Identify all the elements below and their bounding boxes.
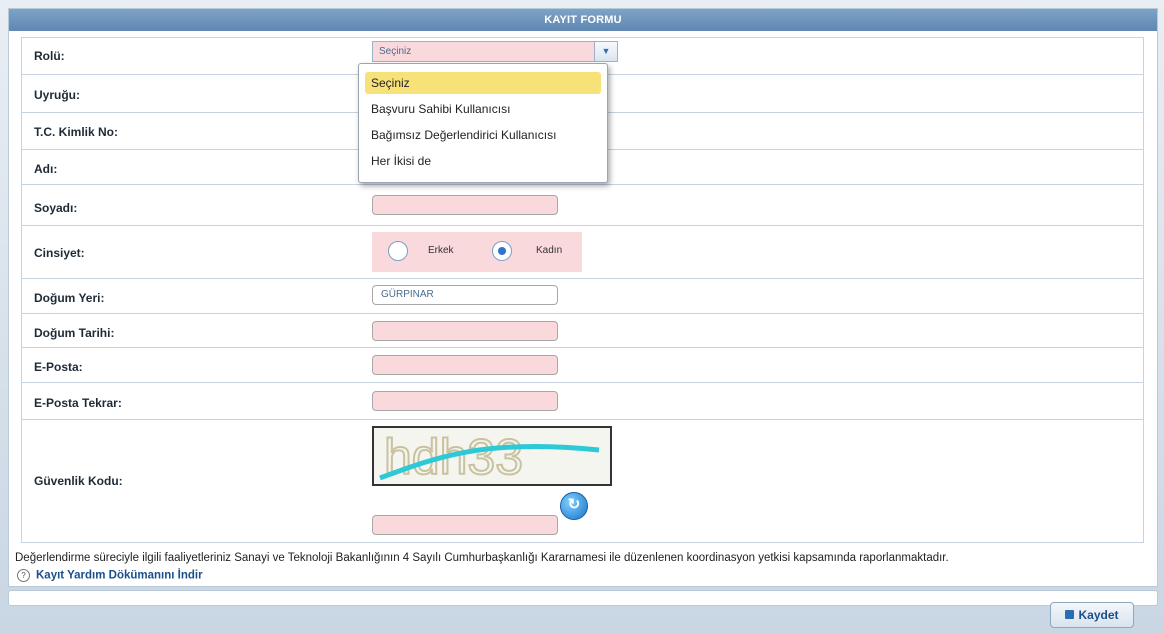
floppy-disk-icon	[1065, 610, 1075, 620]
role-select-value: Seçiniz	[379, 46, 412, 57]
tc-no-label: T.C. Kimlik No:	[34, 125, 119, 139]
role-label: Rolü:	[34, 49, 65, 63]
birthplace-label: Doğum Yeri:	[34, 291, 105, 305]
captcha-graphic: hdh33	[379, 428, 600, 484]
birthplace-row: Doğum Yeri: GÜRPINAR	[21, 278, 1144, 314]
gender-male-radio[interactable]	[388, 241, 408, 261]
role-option-applicant[interactable]: Başvuru Sahibi Kullanıcısı	[365, 98, 601, 120]
help-link-row: ? Kayıt Yardım Dökümanını İndir	[17, 569, 203, 582]
captcha-image: hdh33	[372, 426, 612, 486]
birthdate-label: Doğum Tarihi:	[34, 326, 115, 340]
gender-female-label[interactable]: Kadın	[536, 245, 562, 256]
save-button-label: Kaydet	[1078, 608, 1119, 622]
email-repeat-label: E-Posta Tekrar:	[34, 396, 122, 410]
email-row: E-Posta:	[21, 347, 1144, 383]
info-note: Değerlendirme süreciyle ilgili faaliyetl…	[15, 552, 949, 564]
captcha-input[interactable]	[372, 515, 558, 535]
role-option-evaluator[interactable]: Bağımsız Değerlendirici Kullanıcısı	[365, 124, 601, 146]
surname-label: Soyadı:	[34, 201, 78, 215]
surname-row: Soyadı:	[21, 184, 1144, 226]
captcha-row: Güvenlik Kodu: hdh33 ↻	[21, 419, 1144, 543]
help-download-link[interactable]: Kayıt Yardım Dökümanını İndir	[36, 570, 203, 582]
birthplace-input[interactable]: GÜRPINAR	[372, 285, 558, 305]
footer-bar	[8, 590, 1158, 606]
gender-row: Cinsiyet: Erkek Kadın	[21, 225, 1144, 279]
chevron-down-icon[interactable]: ▼	[594, 42, 617, 61]
gender-radio-group: Erkek Kadın	[372, 232, 582, 272]
gender-label: Cinsiyet:	[34, 246, 85, 260]
role-select[interactable]: Seçiniz ▼	[372, 41, 618, 62]
email-label: E-Posta:	[34, 360, 83, 374]
gender-female-radio[interactable]	[492, 241, 512, 261]
gender-male-label[interactable]: Erkek	[428, 245, 454, 256]
refresh-icon[interactable]: ↻	[560, 492, 588, 520]
email-input[interactable]	[372, 355, 558, 375]
birthdate-row: Doğum Tarihi:	[21, 313, 1144, 348]
form-title: KAYIT FORMU	[9, 9, 1157, 31]
nationality-label: Uyruğu:	[34, 88, 80, 102]
captcha-label: Güvenlik Kodu:	[34, 474, 123, 488]
save-button[interactable]: Kaydet	[1050, 602, 1134, 628]
role-option-both[interactable]: Her İkisi de	[365, 150, 601, 172]
radio-selected-dot	[498, 247, 506, 255]
role-option-seciniz[interactable]: Seçiniz	[365, 72, 601, 94]
question-icon: ?	[17, 569, 30, 582]
email-repeat-input[interactable]	[372, 391, 558, 411]
birthdate-input[interactable]	[372, 321, 558, 341]
surname-input[interactable]	[372, 195, 558, 215]
role-dropdown-list: Seçiniz Başvuru Sahibi Kullanıcısı Bağım…	[358, 63, 608, 183]
email-repeat-row: E-Posta Tekrar:	[21, 382, 1144, 420]
name-label: Adı:	[34, 162, 58, 176]
